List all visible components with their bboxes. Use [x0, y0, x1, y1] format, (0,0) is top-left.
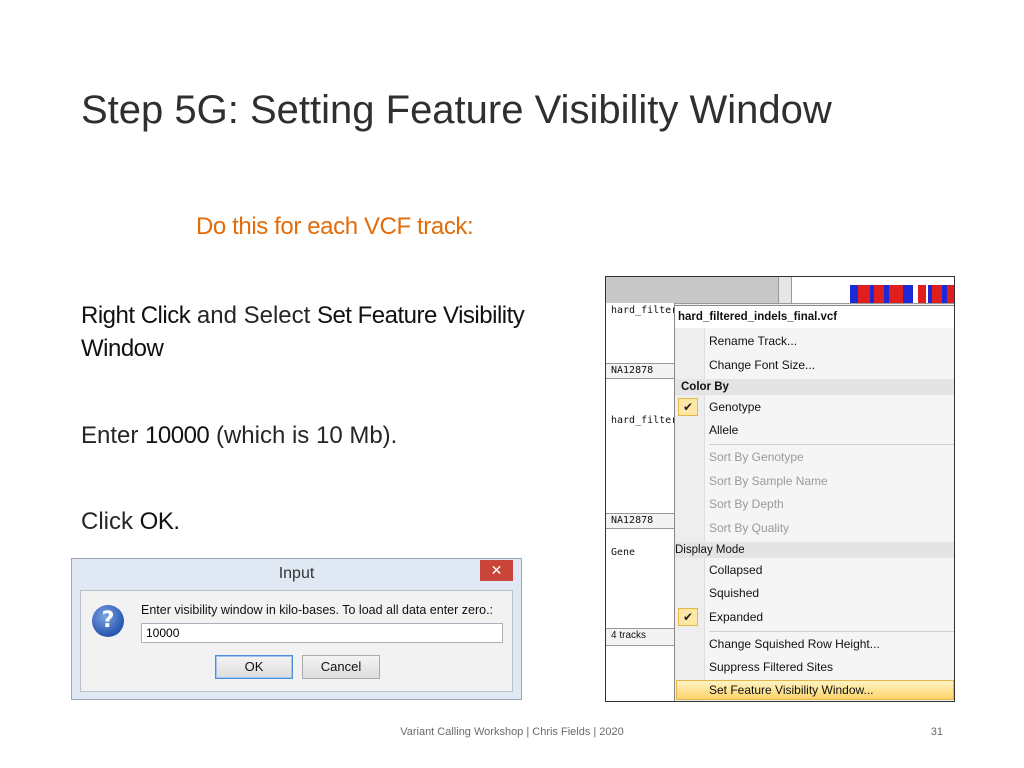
- menu-item-change-font-size[interactable]: Change Font Size...: [709, 358, 815, 372]
- menu-item-allele[interactable]: Allele: [709, 423, 738, 437]
- track-context-menu: hard_filtered_indels_final.vcf Rename Tr…: [674, 305, 954, 701]
- sample-name[interactable]: NA12878: [611, 515, 653, 526]
- menu-item-rename-track[interactable]: Rename Track...: [709, 334, 797, 348]
- menu-item-genotype[interactable]: Genotype: [709, 400, 761, 414]
- dialog-prompt: Enter visibility window in kilo-bases. T…: [141, 603, 494, 617]
- value-text: 10000: [145, 422, 210, 449]
- dialog-title: Input: [278, 565, 315, 582]
- track-name[interactable]: hard_filtere: [611, 305, 683, 316]
- variant-track-strip: [606, 277, 954, 304]
- dialog-body: ? Enter visibility window in kilo-bases.…: [80, 590, 513, 692]
- menu-item-collapsed[interactable]: Collapsed: [709, 563, 762, 577]
- menu-item-sort-by-genotype: Sort By Genotype: [709, 450, 804, 464]
- input-dialog: Input ✕ ? Enter visibility window in kil…: [71, 558, 522, 700]
- which-is-text: (which is 10 Mb).: [209, 422, 398, 449]
- ok-text: OK.: [139, 508, 180, 535]
- slide-footer: Variant Calling Workshop | Chris Fields …: [400, 726, 624, 738]
- cancel-button[interactable]: Cancel: [302, 655, 380, 679]
- menu-item-expanded[interactable]: Expanded: [709, 610, 763, 624]
- menu-item-squished[interactable]: Squished: [709, 586, 759, 600]
- menu-item-sort-by-depth: Sort By Depth: [709, 497, 784, 511]
- right-click-text: Right Click: [81, 302, 191, 329]
- page-number: 31: [930, 726, 943, 738]
- visibility-window-input[interactable]: [141, 623, 503, 643]
- track-count: 4 tracks: [611, 630, 647, 641]
- check-icon: ✔: [678, 398, 698, 416]
- menu-item-sort-by-quality: Sort By Quality: [709, 521, 790, 535]
- igv-screenshot: hard_filtere NA12878 hard_filtere NA1287…: [605, 276, 955, 702]
- sample-name[interactable]: NA12878: [611, 365, 653, 376]
- ok-button[interactable]: OK: [215, 655, 293, 679]
- slide-subtitle: Do this for each VCF track:: [196, 213, 474, 240]
- dialog-titlebar: Input ✕: [72, 559, 521, 590]
- click-text: Click: [81, 508, 140, 535]
- question-icon: ?: [92, 605, 124, 637]
- track-name-panel: hard_filtere NA12878 hard_filtere NA1287…: [606, 303, 683, 701]
- instruction-right-click: Right Click and Select Set Feature Visib…: [81, 299, 601, 365]
- instruction-enter-value: Enter 10000 (which is 10 Mb).: [81, 419, 397, 452]
- close-icon[interactable]: ✕: [480, 560, 513, 581]
- menu-section-color-by: Color By: [675, 379, 954, 395]
- track-name[interactable]: hard_filtere: [611, 415, 683, 426]
- menu-item-set-feature-visibility-window[interactable]: Set Feature Visibility Window...: [709, 683, 874, 697]
- menu-item-change-squished-row-height[interactable]: Change Squished Row Height...: [709, 637, 880, 651]
- menu-header: hard_filtered_indels_final.vcf: [675, 306, 954, 328]
- menu-item-sort-by-sample-name: Sort By Sample Name: [709, 474, 828, 488]
- gene-track-name[interactable]: Gene: [611, 547, 635, 558]
- menu-section-display-mode: Display Mode: [675, 542, 954, 558]
- menu-item-suppress-filtered-sites[interactable]: Suppress Filtered Sites: [709, 660, 833, 674]
- instruction-click-ok: Click OK.: [81, 505, 180, 538]
- slide-title: Step 5G: Setting Feature Visibility Wind…: [81, 88, 832, 132]
- check-icon: ✔: [678, 608, 698, 626]
- enter-text: Enter: [81, 422, 146, 449]
- and-select-text: and Select: [190, 302, 317, 329]
